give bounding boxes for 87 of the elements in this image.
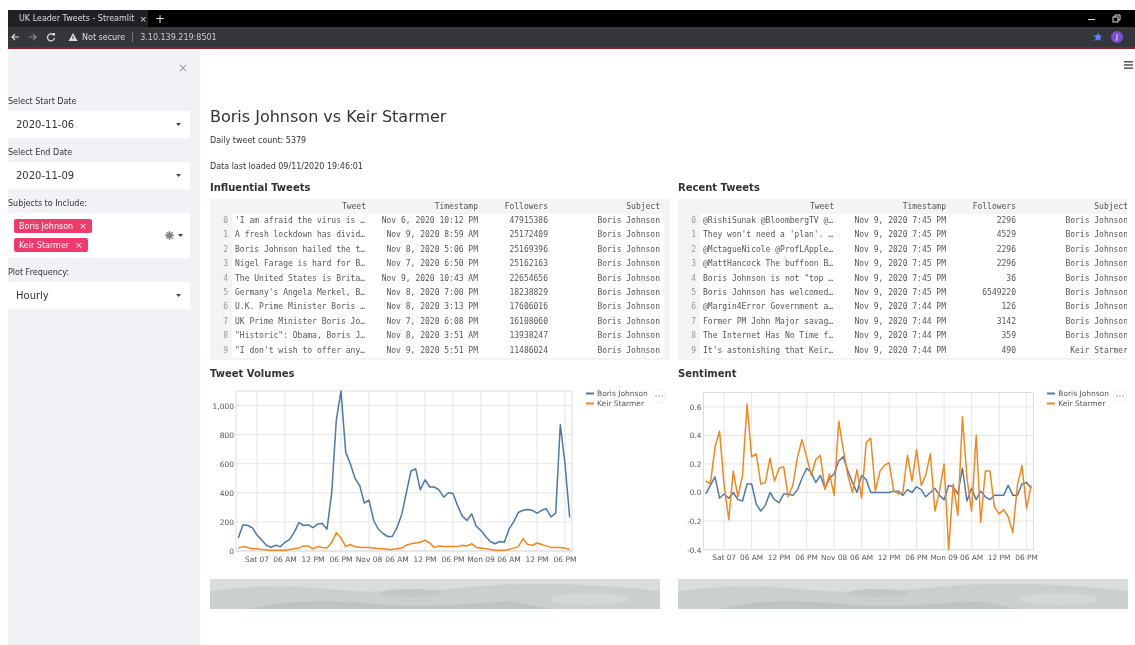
remove-tag-button[interactable]: × (75, 240, 83, 250)
select-field[interactable]: 2020-11-09 (8, 162, 190, 189)
subject-tag[interactable]: Boris Johnson × (14, 219, 92, 233)
field-label: Plot Frequency: (8, 268, 71, 277)
section-title: Sentiment (678, 367, 738, 379)
caret-icon (175, 122, 182, 127)
table-cell: Nov 9, 2020 7:44 PM (838, 329, 950, 344)
table-cell: Boris Johnson (1020, 257, 1127, 272)
new-tab-button[interactable]: + (155, 12, 166, 25)
reload-icon[interactable] (46, 32, 56, 42)
column-header[interactable]: Subject (1020, 202, 1127, 211)
table-cell: Nov 8, 2020 3:13 PM (370, 300, 482, 315)
info-text: Data last loaded 09/11/2020 19:46:01 (210, 162, 364, 171)
table-cell: 2296 (950, 214, 1020, 229)
caret-icon (175, 173, 182, 178)
table-cell: Nov 6, 2020 10:12 PM (370, 214, 482, 229)
column-header[interactable]: Timestamp (370, 202, 482, 211)
table-cell: 126 (950, 300, 1020, 315)
table-cell: U.K. Prime Minister Boris … (232, 300, 370, 315)
table-cell: 4529 (950, 228, 1020, 243)
column-header[interactable]: Timestamp (838, 202, 950, 211)
table-cell: @MattHancock The buffoon B… (700, 257, 838, 272)
table-cell: 17606016 (482, 300, 552, 315)
subject-tag[interactable]: Keir Starmer × (14, 238, 88, 252)
gear-icon[interactable] (165, 231, 174, 240)
table-cell: Boris Johnson (1020, 300, 1127, 315)
caret-icon (175, 293, 182, 298)
table-cell: 47915386 (482, 214, 552, 229)
tab-title: UK Leader Tweets - Streamlit (19, 14, 135, 23)
table-cell: Nov 9, 2020 7:45 PM (838, 257, 950, 272)
page-title: Boris Johnson vs Keir Starmer (210, 107, 448, 126)
section-title: Tweet Volumes (210, 367, 296, 379)
remove-tag-button[interactable]: × (79, 221, 87, 231)
field-label: Subjects to Include: (8, 199, 88, 208)
close-tab-button[interactable]: × (139, 13, 147, 24)
table-cell: Nov 9, 2020 7:45 PM (838, 228, 950, 243)
section-title: Recent Tweets (678, 182, 761, 193)
section-title: Influential Tweets (210, 182, 312, 193)
tag-label: Keir Starmer (19, 240, 70, 250)
forward-icon[interactable] (28, 32, 38, 42)
table-cell: They won't need a 'plan'. … (700, 228, 838, 243)
table-cell: @Margin4Error Government a… (700, 300, 838, 315)
table-cell: Boris Johnson (552, 214, 664, 229)
table-cell: Nov 9, 2020 7:45 PM (838, 214, 950, 229)
browser-tab[interactable]: UK Leader Tweets - Streamlit × (8, 10, 148, 27)
maximize-icon[interactable] (1111, 13, 1121, 24)
back-icon[interactable] (10, 32, 20, 42)
table-cell: 2296 (950, 257, 1020, 272)
table-cell: Nov 8, 2020 3:51 AM (370, 329, 482, 344)
table-cell: 13938247 (482, 329, 552, 344)
table-cell: Boris Johnson (552, 300, 664, 315)
star-icon[interactable] (1093, 32, 1103, 42)
menu-icon[interactable] (1124, 61, 1133, 69)
table-cell: 25162163 (482, 257, 552, 272)
table-cell: "Historic": Obama, Boris J… (232, 329, 370, 344)
table-cell: 359 (950, 329, 1020, 344)
select-field[interactable]: 2020-11-06 (8, 111, 190, 138)
table-cell: A fresh lockdown has divid… (232, 228, 370, 243)
column-header[interactable]: Tweet (232, 202, 370, 211)
multiselect-field[interactable]: Boris Johnson × Keir Starmer × (8, 213, 190, 258)
table-cell: Boris Johnson (552, 257, 664, 272)
security-label[interactable]: Not secure (82, 32, 126, 42)
column-header[interactable]: Tweet (700, 202, 838, 211)
table-cell: Boris Johnson (1020, 329, 1127, 344)
select-field[interactable]: Hourly (8, 282, 190, 309)
caret-icon (177, 233, 184, 238)
column-header[interactable]: Subject (552, 202, 664, 211)
table-cell: Boris Johnson (552, 228, 664, 243)
table-cell: 'I am afraid the virus is … (232, 214, 370, 229)
table-cell: Nov 9, 2020 8:59 AM (370, 228, 482, 243)
table-cell: The Internet Has No Time f… (700, 329, 838, 344)
field-label: Select Start Date (8, 97, 78, 106)
table-cell: Boris Johnson (1020, 214, 1127, 229)
url-text[interactable]: 3.10.139.219:8501 (140, 32, 217, 42)
table-cell: Boris Johnson (552, 329, 664, 344)
table-cell: Nigel Farage is hard for B… (232, 257, 370, 272)
field-label: Select End Date (8, 148, 74, 157)
table-cell: Nov 7, 2020 6:50 PM (370, 257, 482, 272)
table-cell: @RishiSunak @BloombergTV @… (700, 214, 838, 229)
table-cell: Nov 9, 2020 7:44 PM (838, 300, 950, 315)
column-header[interactable]: Followers (482, 202, 552, 211)
table-cell: 25172409 (482, 228, 552, 243)
info-text: Daily tweet count: 5379 (210, 136, 308, 145)
column-header[interactable]: Followers (950, 202, 1020, 211)
table-cell: Boris Johnson (1020, 228, 1127, 243)
tag-label: Boris Johnson (19, 221, 74, 231)
warning-icon (68, 32, 78, 42)
